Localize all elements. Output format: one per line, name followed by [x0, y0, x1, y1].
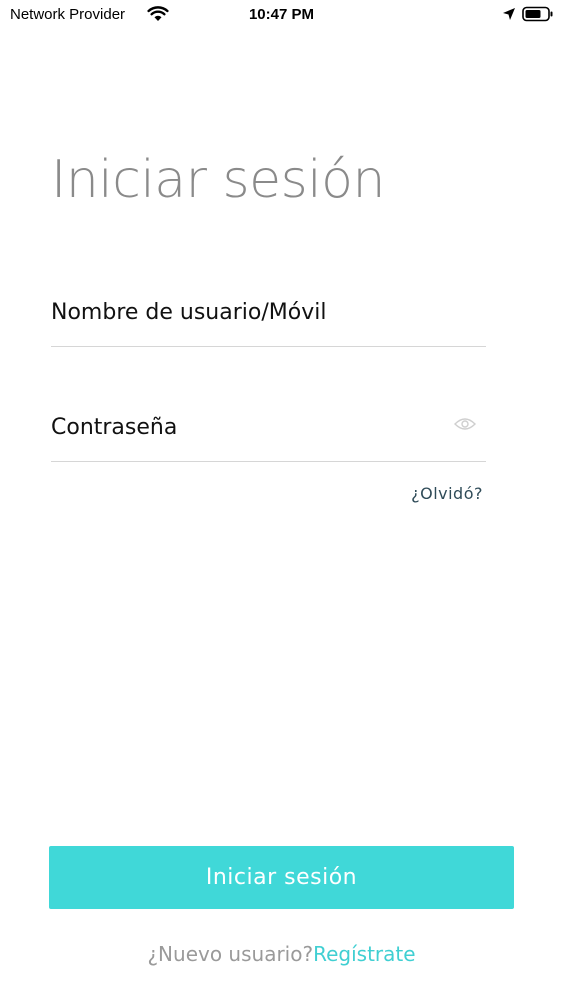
- battery-icon: [522, 6, 553, 22]
- eye-icon[interactable]: [454, 417, 476, 431]
- new-user-prompt: ¿Nuevo usuario?: [147, 942, 314, 966]
- forgot-password-link[interactable]: ¿Olvidó?: [411, 484, 483, 503]
- username-field-container: [51, 290, 486, 347]
- register-row: ¿Nuevo usuario?Regístrate: [0, 942, 563, 966]
- password-field-container: [51, 405, 486, 462]
- username-input[interactable]: [51, 300, 431, 325]
- location-icon: [503, 8, 515, 20]
- password-input[interactable]: [51, 415, 431, 440]
- register-link[interactable]: Regístrate: [313, 942, 415, 966]
- status-time: 10:47 PM: [248, 6, 315, 23]
- login-button[interactable]: Iniciar sesión: [49, 846, 514, 909]
- page-title: Iniciar sesión: [51, 150, 385, 210]
- status-bar: Network Provider 10:47 PM: [0, 0, 563, 30]
